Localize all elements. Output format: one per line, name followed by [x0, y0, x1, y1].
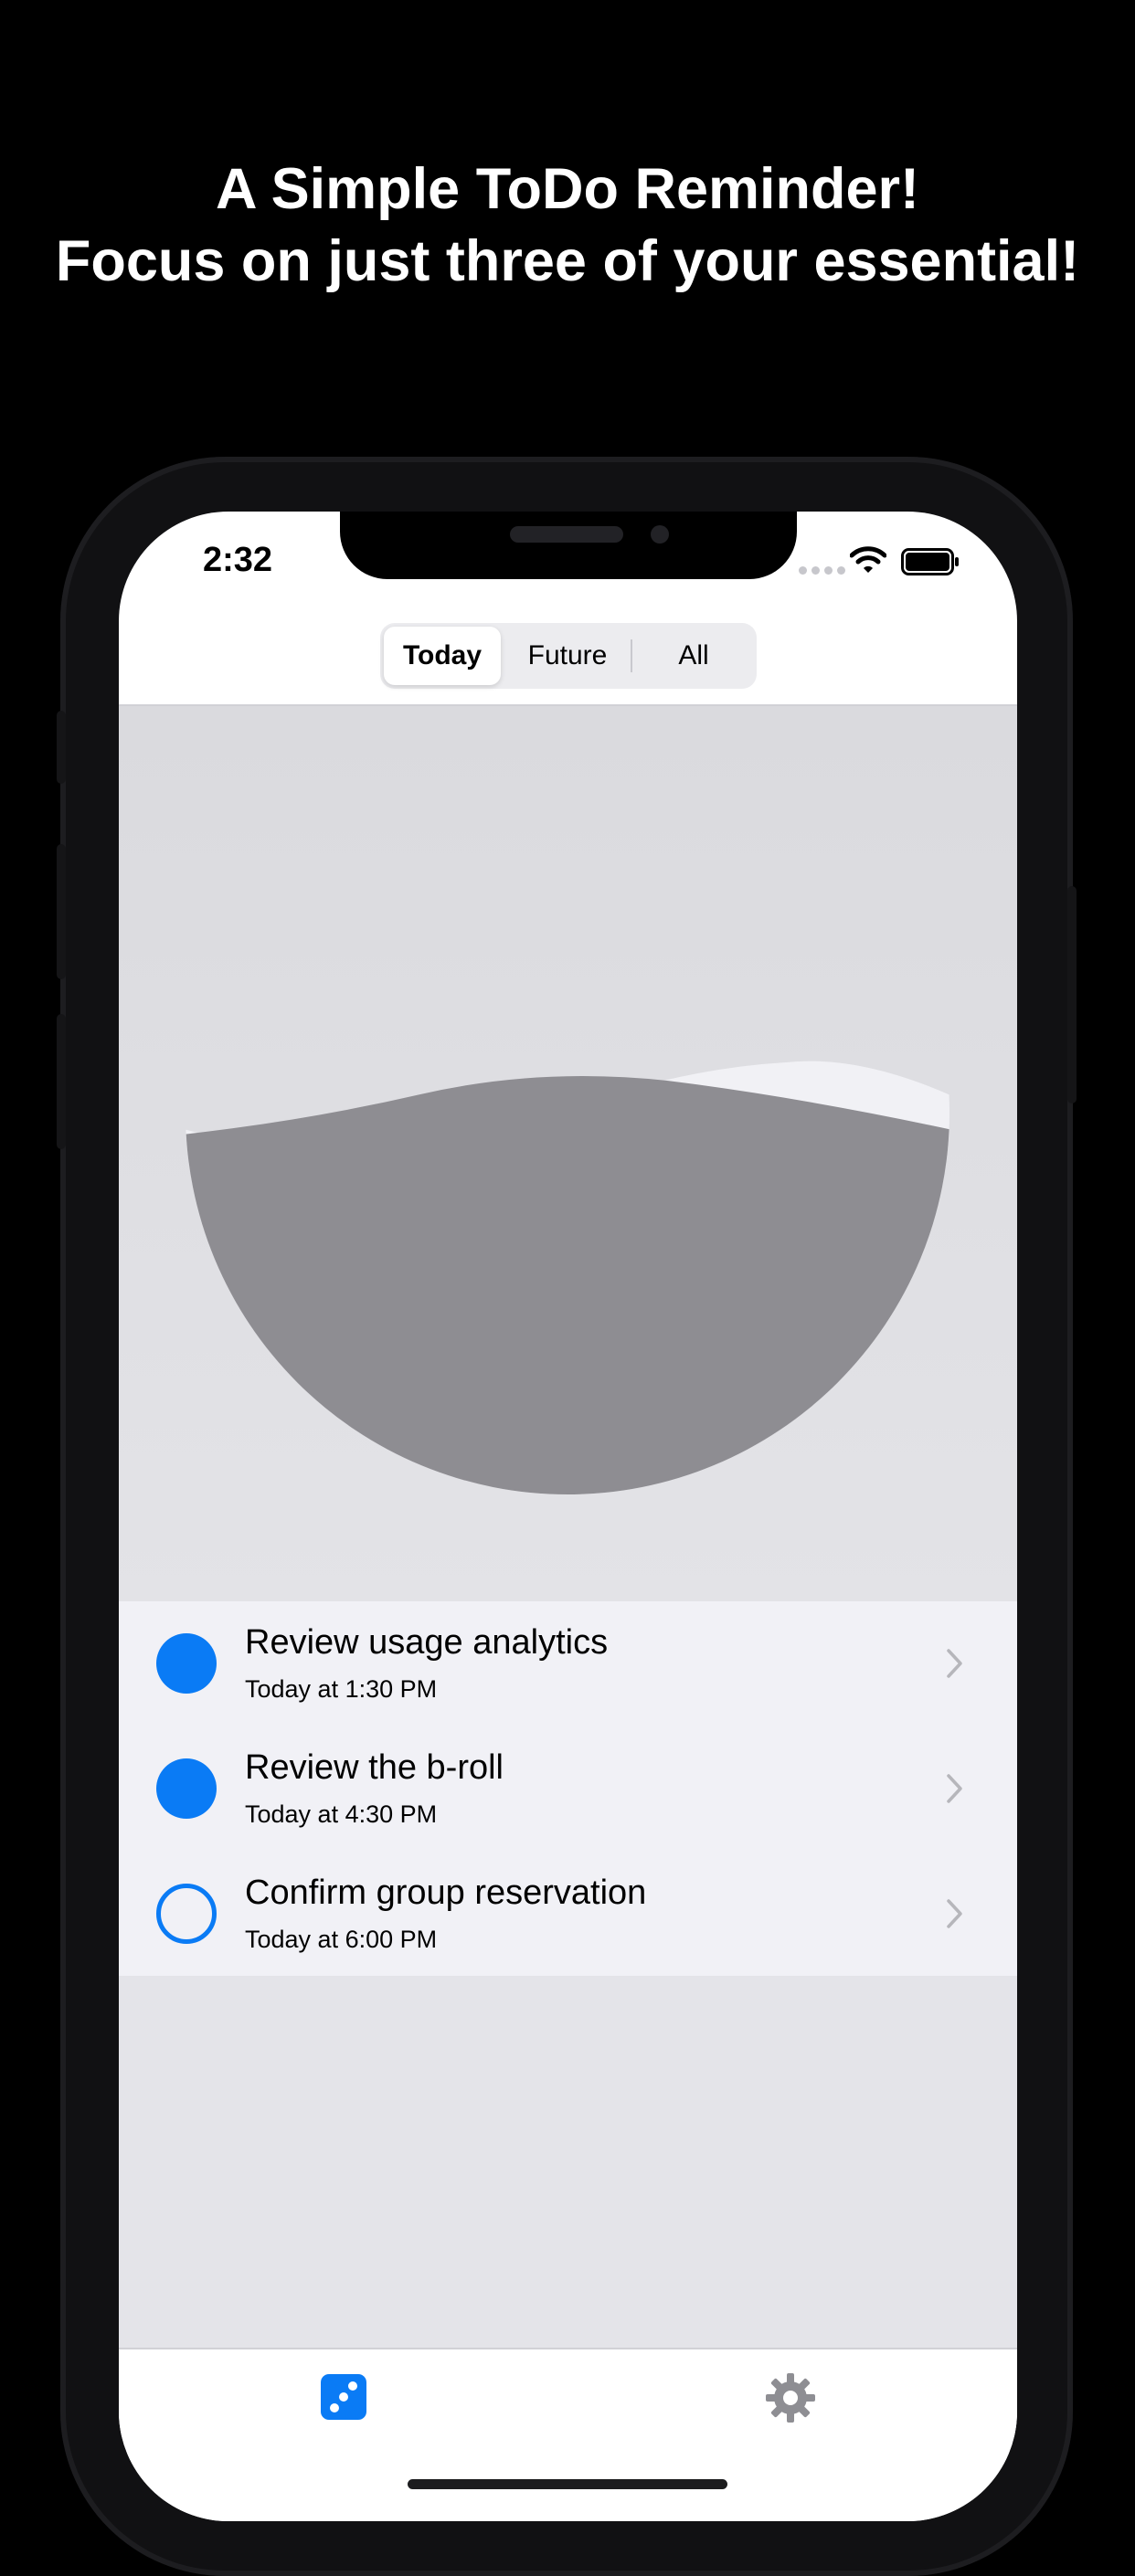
- phone-volume-down: [57, 1014, 66, 1149]
- headline: A Simple ToDo Reminder! Focus on just th…: [0, 153, 1135, 298]
- task-title: Confirm group reservation: [245, 1874, 647, 1912]
- empty-area: [119, 1976, 1017, 2348]
- cellular-dots-icon: [799, 566, 845, 575]
- segment-future[interactable]: Future: [508, 627, 627, 685]
- task-status-done-icon[interactable]: [156, 1633, 217, 1694]
- front-camera: [651, 525, 669, 544]
- tab-bar: [119, 2348, 1017, 2521]
- task-title: Review the b-roll: [245, 1748, 504, 1787]
- task-row[interactable]: Review the b-roll Today at 4:30 PM: [119, 1726, 1017, 1852]
- speaker-grille: [510, 526, 623, 543]
- task-list: Review usage analytics Today at 1:30 PM …: [119, 1601, 1017, 1976]
- gear-icon[interactable]: [764, 2371, 817, 2424]
- segment-today[interactable]: Today: [384, 627, 501, 685]
- dice-icon[interactable]: [320, 2373, 367, 2421]
- task-row[interactable]: Confirm group reservation Today at 6:00 …: [119, 1852, 1017, 1977]
- battery-icon: [901, 548, 959, 575]
- task-time: Today at 4:30 PM: [245, 1800, 438, 1828]
- water-bowl-progress-icon: [186, 1061, 949, 1494]
- task-status-pending-icon[interactable]: [156, 1884, 217, 1944]
- progress-gauge-area: [119, 706, 1017, 1601]
- segment-divider: [631, 639, 632, 672]
- segmented-control: Today Future All: [380, 623, 757, 689]
- headline-line-1: A Simple ToDo Reminder!: [215, 157, 920, 221]
- phone-volume-up: [57, 844, 66, 979]
- task-time: Today at 1:30 PM: [245, 1675, 438, 1703]
- task-time: Today at 6:00 PM: [245, 1926, 438, 1953]
- task-status-done-icon[interactable]: [156, 1758, 217, 1819]
- phone-power-button: [1067, 886, 1077, 1103]
- chevron-right-icon: [947, 1774, 962, 1803]
- status-time: 2:32: [202, 541, 273, 579]
- chevron-right-icon: [947, 1649, 962, 1678]
- water-fill: [186, 1076, 949, 1494]
- headline-line-2: Focus on just three of your essential!: [55, 229, 1080, 293]
- wifi-icon: [850, 546, 886, 573]
- app-screen: 2:32 Today Future All Review usage analy…: [119, 512, 1017, 2521]
- segment-all[interactable]: All: [634, 627, 753, 685]
- task-title: Review usage analytics: [245, 1623, 609, 1662]
- notch: [340, 512, 797, 579]
- task-row[interactable]: Review usage analytics Today at 1:30 PM: [119, 1601, 1017, 1726]
- chevron-right-icon: [947, 1899, 962, 1928]
- phone-mute-switch: [57, 711, 66, 784]
- home-indicator[interactable]: [408, 2479, 727, 2489]
